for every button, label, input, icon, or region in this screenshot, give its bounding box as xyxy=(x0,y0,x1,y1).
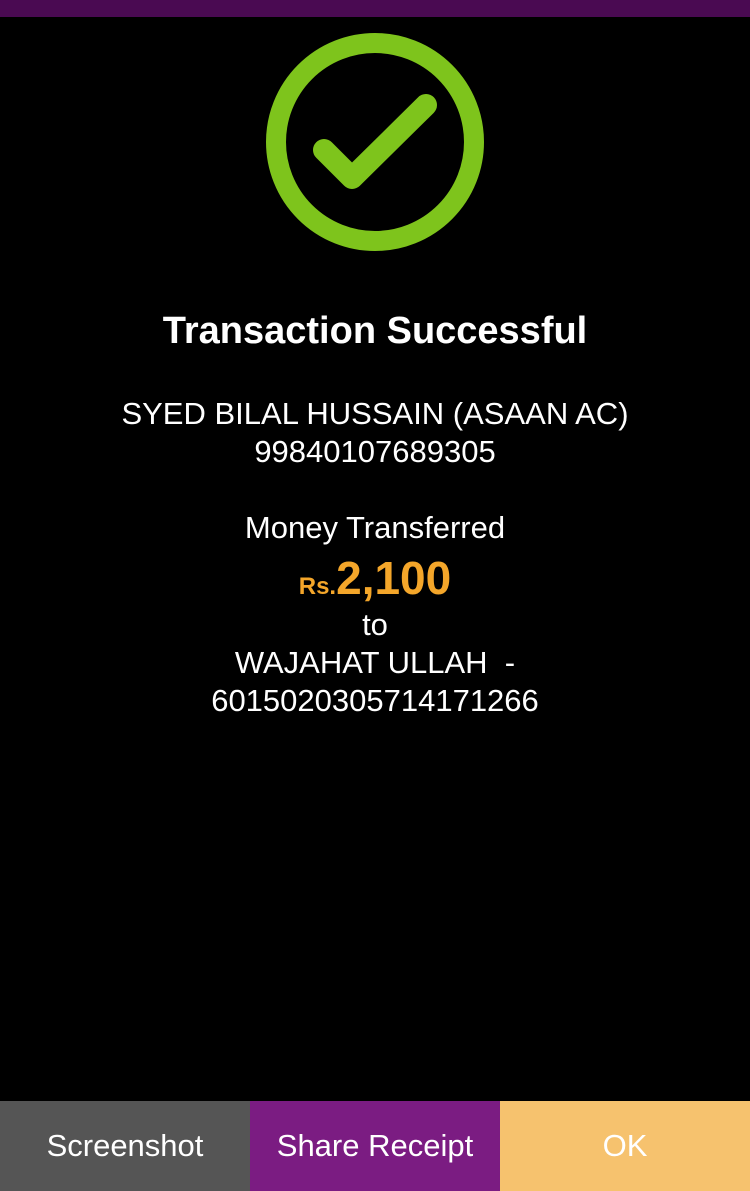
transaction-status-title: Transaction Successful xyxy=(162,310,588,352)
action-bar: Screenshot Share Receipt OK xyxy=(0,1101,750,1191)
amount-value: 2,100 xyxy=(336,552,452,604)
share-receipt-button[interactable]: Share Receipt xyxy=(250,1101,500,1191)
currency-label: Rs. xyxy=(298,573,337,600)
sender-account: 99840107689305 xyxy=(254,434,496,469)
money-transferred-label: Money Transferred xyxy=(244,510,506,545)
recipient-name: WAJAHAT ULLAH - xyxy=(234,645,516,680)
sender-name: SYED BILAL HUSSAIN (ASAAN AC) xyxy=(121,396,629,431)
check-circle-icon xyxy=(266,33,484,251)
top-status-bar xyxy=(0,0,750,17)
ok-button[interactable]: OK xyxy=(500,1101,750,1191)
recipient-account: 6015020305714171266 xyxy=(211,683,539,718)
screenshot-button[interactable]: Screenshot xyxy=(0,1101,250,1191)
to-label: to xyxy=(362,607,388,642)
